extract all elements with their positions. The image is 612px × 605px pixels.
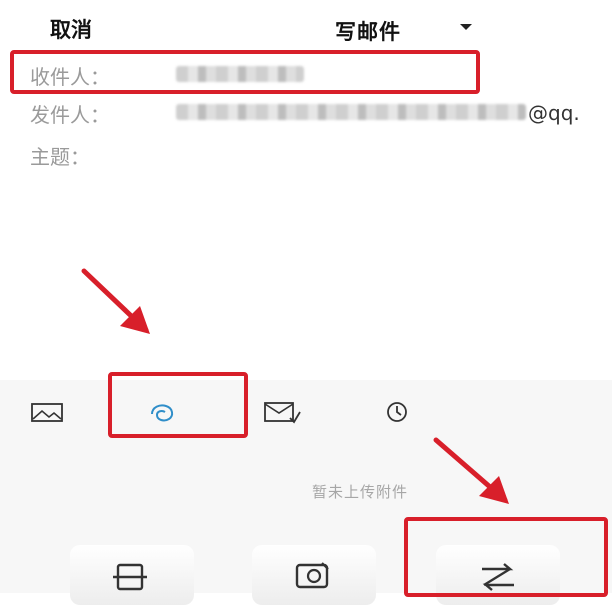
sender-email-suffix: @qq. [528,101,580,125]
cancel-button[interactable]: 取消 [50,14,92,44]
recipient-value-blurred[interactable] [176,66,304,82]
sender-row[interactable]: 发件人： @qq. [0,88,612,131]
photo-button[interactable] [252,545,376,605]
subject-row[interactable]: 主题： [0,130,612,173]
transfer-icon [482,563,514,591]
sender-value-blurred [176,104,526,120]
scan-document-icon [113,563,147,591]
mail-body-input[interactable] [0,172,612,380]
caret-down-icon[interactable] [460,24,472,30]
photo-icon [295,562,329,589]
compose-header: 取消 写邮件 [0,0,612,53]
subject-label: 主题： [30,145,90,169]
image-icon[interactable] [30,398,66,426]
scan-document-button[interactable] [70,545,194,605]
attachment-icon[interactable] [146,398,182,426]
transfer-button[interactable] [436,545,560,605]
sender-label: 发件人： [30,103,110,127]
clock-icon[interactable] [382,398,418,426]
empty-attachments-text: 暂未上传附件 [312,483,409,501]
postcard-icon[interactable] [262,398,301,426]
compose-title[interactable]: 写邮件 [335,16,401,46]
recipient-label: 收件人： [30,65,110,89]
